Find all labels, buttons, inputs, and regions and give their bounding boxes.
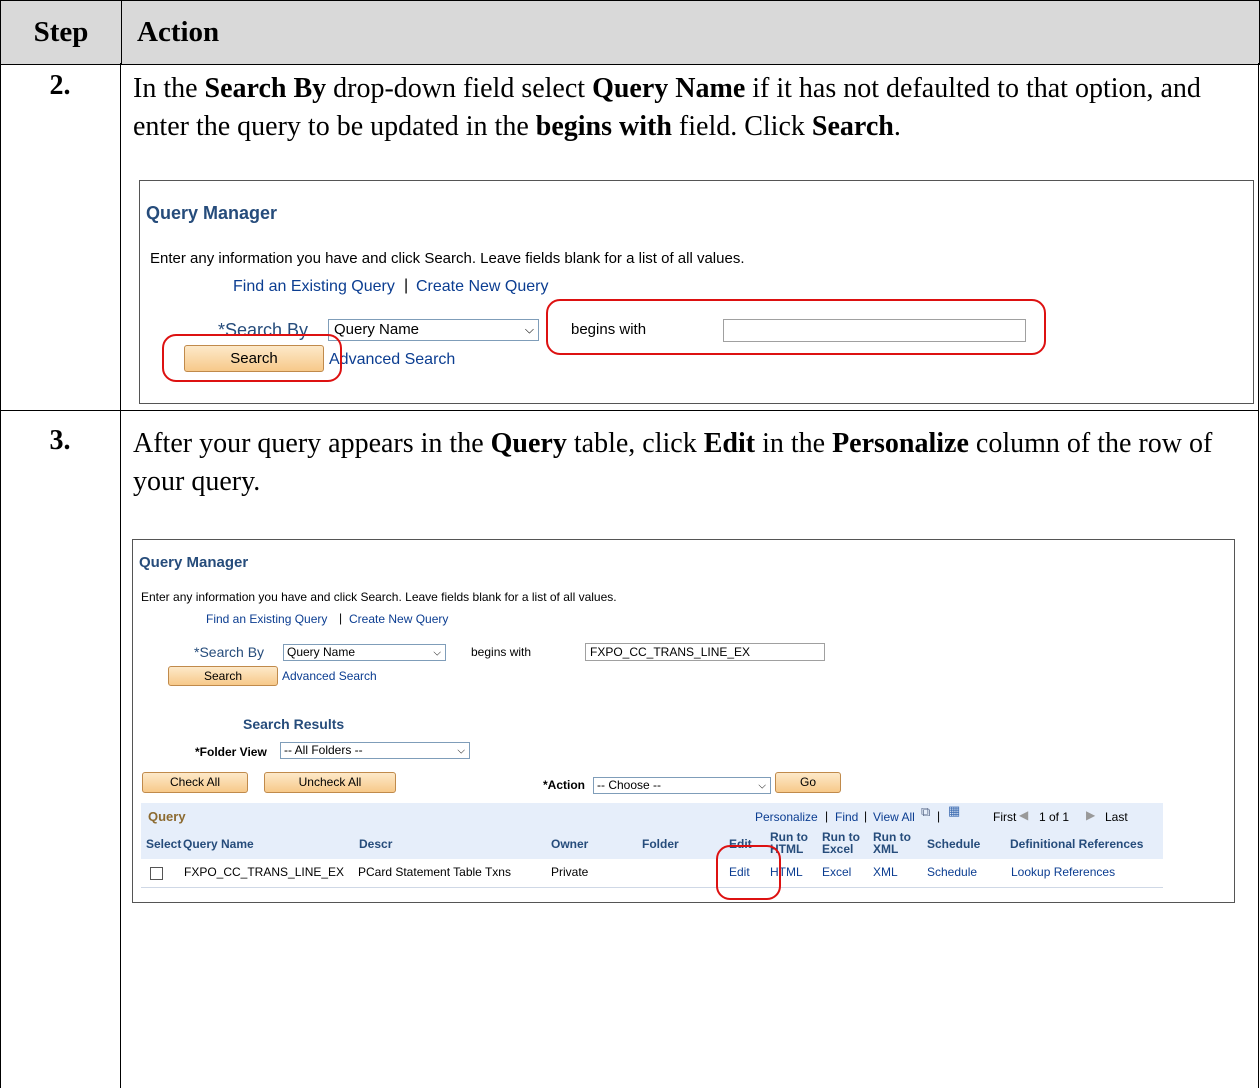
row-lookup-refs-link[interactable]: Lookup References — [1011, 865, 1115, 879]
first-label: First — [993, 810, 1017, 824]
grid-sep-1: | — [825, 809, 829, 823]
begins-with-label: begins with — [471, 645, 532, 659]
instruction-run: begins with — [535, 111, 672, 142]
find-existing-query-link[interactable]: Find an Existing Query — [206, 612, 327, 626]
search-by-select[interactable]: Query Name ⌵ — [283, 644, 446, 661]
instruction-run: drop-down field select — [326, 73, 593, 104]
personalize-link[interactable]: Personalize — [755, 810, 818, 824]
col-query-name: Query Name — [183, 837, 254, 851]
row-xml-link[interactable]: XML — [873, 865, 898, 879]
folder-view-value: -- All Folders -- — [284, 743, 363, 757]
query-manager-screenshot-2: Query Manager Enter any information you … — [132, 539, 1235, 903]
instruction-run: Search — [811, 111, 894, 142]
table-border-right — [1258, 63, 1259, 1088]
instruction-run: After your query appears in the — [133, 428, 491, 459]
row-schedule-link[interactable]: Schedule — [927, 865, 977, 879]
step-number-2: 2. — [49, 70, 71, 101]
search-results-title: Search Results — [243, 716, 345, 732]
page-title: Query Manager — [146, 203, 278, 223]
search-by-label: *Search By — [194, 644, 265, 660]
col-owner: Owner — [551, 837, 589, 851]
download-icon[interactable]: ▦ — [948, 803, 960, 819]
grid-sep-2: | — [864, 809, 868, 823]
col-select: Select — [146, 837, 182, 851]
row-owner: Private — [551, 865, 589, 879]
chevron-down-icon: ⌵ — [524, 322, 534, 337]
col-descr: Descr — [359, 837, 393, 851]
intro-text: Enter any information you have and click… — [150, 250, 745, 267]
step-column-header: Step — [1, 1, 122, 64]
chevron-down-icon: ⌵ — [433, 647, 441, 658]
action-label: *Action — [543, 778, 585, 792]
step-3-instruction: After your query appears in the Query ta… — [133, 425, 1233, 501]
prev-arrow-icon[interactable]: ◀ — [1019, 808, 1028, 822]
page-title: Query Manager — [139, 554, 249, 571]
highlight-search-button — [162, 334, 342, 382]
col-run-xml: Run to XML — [873, 830, 911, 856]
create-new-query-link[interactable]: Create New Query — [416, 278, 549, 296]
instruction-run: table, click — [566, 428, 704, 459]
instruction-run: Query Name — [592, 73, 746, 104]
highlight-edit-link — [716, 845, 781, 900]
folder-view-select[interactable]: -- All Folders -- ⌵ — [280, 742, 470, 759]
table-border-left — [0, 63, 1, 1088]
link-separator: | — [404, 277, 409, 294]
find-link[interactable]: Find — [835, 810, 858, 824]
highlight-begins-with — [546, 299, 1046, 355]
search-by-value: Query Name — [287, 645, 356, 659]
row-excel-link[interactable]: Excel — [822, 865, 851, 879]
instruction-document: Step Action 2. In the Search By drop-dow… — [0, 0, 1260, 1088]
begins-with-input[interactable]: FXPO_CC_TRANS_LINE_EX — [585, 643, 825, 661]
last-label: Last — [1105, 810, 1128, 824]
row-select-checkbox[interactable] — [150, 867, 163, 880]
action-value: -- Choose -- — [597, 778, 662, 792]
table-header: Step Action — [0, 0, 1260, 65]
next-arrow-icon[interactable]: ▶ — [1086, 808, 1095, 822]
chevron-down-icon: ⌵ — [758, 780, 766, 791]
instruction-run: field. Click — [671, 111, 812, 142]
action-select[interactable]: -- Choose -- ⌵ — [593, 777, 771, 794]
search-by-select[interactable]: Query Name ⌵ — [328, 319, 539, 341]
create-new-query-link[interactable]: Create New Query — [349, 612, 448, 626]
row-query-name: FXPO_CC_TRANS_LINE_EX — [184, 865, 345, 879]
search-by-value: Query Name — [334, 321, 420, 338]
instruction-run: Personalize — [832, 428, 969, 459]
go-button[interactable]: Go — [775, 772, 841, 793]
intro-text: Enter any information you have and click… — [141, 590, 617, 604]
advanced-search-link[interactable]: Advanced Search — [282, 669, 377, 683]
search-button[interactable]: Search — [168, 666, 278, 686]
folder-view-label: *Folder View — [195, 745, 267, 759]
col-schedule: Schedule — [927, 837, 981, 851]
find-existing-query-link[interactable]: Find an Existing Query — [233, 278, 395, 296]
grid-sep-3: | — [937, 809, 941, 823]
col-folder: Folder — [642, 837, 679, 851]
chevron-down-icon: ⌵ — [457, 745, 465, 756]
column-divider — [120, 63, 121, 1088]
row-divider — [0, 410, 1259, 411]
instruction-run: in the — [755, 428, 833, 459]
advanced-search-link[interactable]: Advanced Search — [329, 351, 455, 369]
instruction-run: . — [893, 111, 901, 142]
instruction-run: Query — [490, 428, 567, 459]
action-column-header: Action — [137, 16, 220, 48]
step-number-3: 3. — [49, 425, 71, 456]
col-definitional-refs: Definitional References — [1010, 837, 1144, 851]
col-run-excel: Run to Excel — [822, 830, 860, 856]
row-descr: PCard Statement Table Txns — [358, 865, 511, 879]
instruction-run: Search By — [204, 73, 327, 104]
query-manager-screenshot-1: Query Manager Enter any information you … — [139, 180, 1254, 404]
step-2-instruction: In the Search By drop-down field select … — [133, 70, 1243, 146]
link-separator: | — [339, 611, 343, 625]
grid-title: Query — [148, 809, 186, 824]
view-all-link[interactable]: View All — [873, 810, 915, 824]
pager-text: 1 of 1 — [1039, 810, 1070, 824]
new-window-icon[interactable]: ⧉ — [921, 804, 930, 820]
check-all-button[interactable]: Check All — [142, 772, 248, 793]
uncheck-all-button[interactable]: Uncheck All — [264, 772, 396, 793]
instruction-run: In the — [133, 73, 205, 104]
instruction-run: Edit — [703, 428, 756, 459]
